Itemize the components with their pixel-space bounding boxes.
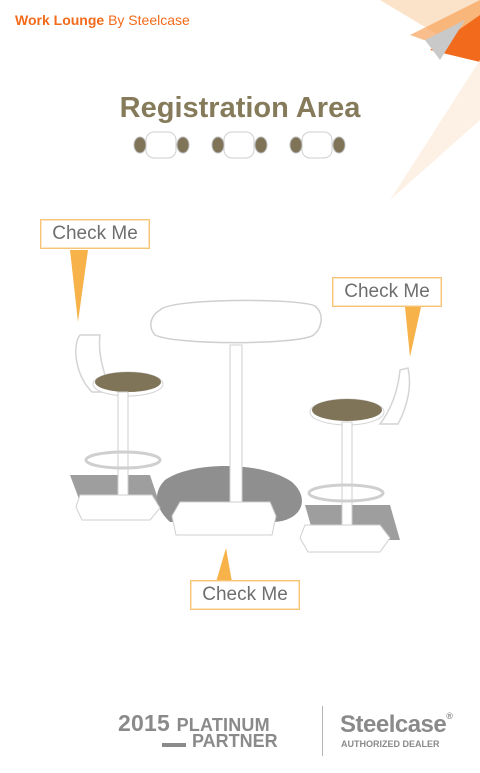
callout-pointer [216,548,232,582]
callout-pointer [405,307,421,357]
authorized-dealer-label: AUTHORIZED DEALER [341,739,440,749]
partner-year: 2015 [118,710,170,736]
callout-pointer [70,250,88,322]
steelcase-wordmark: Steelcase [340,711,447,738]
furniture-scene [70,250,421,582]
steelcase-logo: Steelcase® [340,711,453,738]
partner-label: PARTNER [192,731,278,751]
check-me-callout-stool-left[interactable]: Check Me [40,219,150,249]
check-me-callout-stool-right[interactable]: Check Me [332,277,442,307]
footer-divider [322,706,323,756]
check-me-callout-table[interactable]: Check Me [190,580,300,610]
badge-bar [162,743,186,747]
